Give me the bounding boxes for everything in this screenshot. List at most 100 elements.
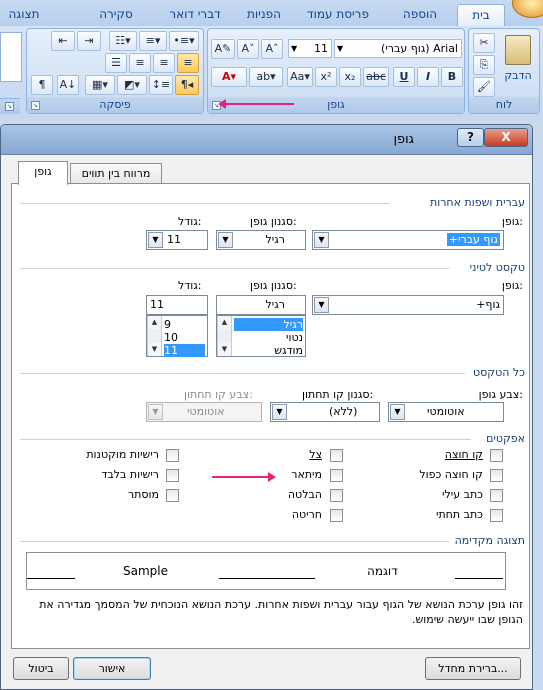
size-list-scrollbar[interactable]: ▲ ▼ [147,316,162,356]
scroll-down-icon[interactable]: ▼ [218,343,231,356]
cancel-button[interactable]: ביטול [13,657,69,680]
ok-button[interactable]: אישור [73,657,151,680]
borders-icon[interactable]: ▦▾ [85,75,115,95]
tab-references[interactable]: הפניות [240,4,288,26]
align-left-icon[interactable]: ≡ [129,53,151,73]
scroll-up-icon[interactable]: ▲ [148,316,161,329]
styles-group-edge: ↘ [0,98,20,114]
help-button[interactable]: ? [457,128,484,147]
format-painter-icon[interactable]: 🖌 [473,77,495,97]
list-item[interactable]: רגיל [234,318,303,331]
shading-icon[interactable]: ◩▾ [117,75,147,95]
change-case-icon[interactable]: Aa▾ [287,67,313,87]
subscript-icon[interactable]: x₂ [339,67,361,87]
justify-icon[interactable]: ☰ [105,53,127,73]
paragraph-group-label: פיסקה [27,97,203,113]
cut-icon[interactable]: ✂ [473,33,495,53]
bold-icon[interactable]: B [441,67,463,87]
superscript-icon[interactable]: x² [315,67,337,87]
rtl-direction-icon[interactable]: ¶◂ [175,75,199,95]
sort-icon[interactable]: A↓ [57,75,79,95]
multilevel-list-icon[interactable]: ☷▾ [109,31,137,51]
hebrew-style-combo[interactable]: ▼ רגיל [216,230,306,250]
hebrew-font-dropdown-icon[interactable]: ▼ [314,232,329,248]
list-item[interactable]: נטוי [234,331,303,344]
list-item[interactable]: 10 [164,331,205,344]
clear-formatting-icon[interactable]: A✎ [211,39,235,59]
line-spacing-icon[interactable]: ↕≡ [149,75,173,95]
show-marks-icon[interactable]: ¶ [31,75,53,95]
tab-font[interactable]: גופן [18,161,68,185]
font-color-icon[interactable]: A▾ [211,67,247,87]
list-item[interactable]: מודגש [234,344,303,357]
increase-indent-icon[interactable]: ⇥ [77,31,101,51]
list-item[interactable]: 11 [164,344,205,357]
subscript-checkbox[interactable] [490,509,503,522]
scroll-down-icon[interactable]: ▼ [148,343,161,356]
tab-home[interactable]: בית [457,4,505,26]
tab-review[interactable]: סקירה [88,4,144,26]
preview-box: Sample דוגמה [26,552,506,590]
scroll-up-icon[interactable]: ▲ [218,316,231,329]
superscript-checkbox[interactable] [490,489,503,502]
clipboard-icon [505,35,531,65]
hebrew-size-dropdown-icon[interactable]: ▼ [148,232,163,248]
font-name-box[interactable]: ▼ (גוף עברי) Arial [334,39,462,58]
tab-page-layout[interactable]: פריסת עמוד [300,4,376,26]
close-button[interactable]: X [484,128,528,147]
latin-size-input[interactable]: 11 [146,295,208,315]
font-color-dropdown-icon[interactable]: ▼ [390,404,405,420]
annotation-arrow [212,472,276,482]
tab-view[interactable]: תצוגה [0,4,48,26]
paragraph-launcher-icon[interactable]: ↘ [31,101,40,110]
strikethrough-checkbox[interactable] [490,449,503,462]
center-icon[interactable]: ≡ [153,53,175,73]
shadow-checkbox[interactable] [330,449,343,462]
styles-launcher-icon[interactable]: ↘ [5,102,14,111]
font-size-dropdown-icon[interactable]: ▼ [291,40,297,57]
shrink-font-icon[interactable]: A˅ [237,39,259,59]
small-caps-checkbox[interactable] [166,449,179,462]
double-strikethrough-checkbox[interactable] [490,469,503,482]
latin-style-input[interactable]: רגיל [216,295,306,315]
hebrew-size-combo[interactable]: ▼ 11 [146,230,208,250]
list-item[interactable]: 9 [164,318,205,331]
tab-insert[interactable]: הוספה [392,4,448,26]
engrave-checkbox[interactable] [330,509,343,522]
underline-style-dropdown-icon[interactable]: ▼ [272,404,287,420]
latin-style-list[interactable]: ▲ ▼ רגיל נטוי מודגש [216,315,306,357]
hidden-checkbox[interactable] [166,489,179,502]
emboss-checkbox[interactable] [330,489,343,502]
outline-checkbox[interactable] [330,469,343,482]
underline-style-combo[interactable]: ▼ (ללא) [270,402,380,422]
bullets-icon[interactable]: •≡▾ [169,31,199,51]
latin-font-combo[interactable]: ▼ +גוף [312,295,504,315]
hebrew-font-combo[interactable]: ▼ +גוף עברי [312,230,504,250]
preview-line [219,578,315,579]
subscript-label: כתב תחתי [435,508,483,521]
align-right-icon[interactable]: ≡ [177,53,199,73]
strikethrough-icon[interactable]: abc [363,67,389,87]
copy-icon[interactable]: ⎘ [473,55,495,75]
font-color-combo[interactable]: ▼ אוטומטי [388,402,504,422]
latin-size-list[interactable]: ▲ ▼ 9 10 11 [146,315,208,357]
tab-mailings[interactable]: דברי דואר [162,4,228,26]
italic-icon[interactable]: I [417,67,439,87]
all-caps-checkbox[interactable] [166,469,179,482]
small-caps-label: רישיות מוקטנות [86,448,159,461]
font-name-dropdown-icon[interactable]: ▼ [337,40,343,57]
set-default-button[interactable]: ברירת מחדל... [425,657,521,680]
grow-font-icon[interactable]: A˄ [261,39,283,59]
underline-icon[interactable]: U [393,67,415,87]
latin-font-dropdown-icon[interactable]: ▼ [314,297,329,313]
office-button[interactable] [512,0,543,18]
numbering-icon[interactable]: ≡▾ [139,31,167,51]
font-size-box[interactable]: ▼ 11 [288,39,332,58]
highlight-icon[interactable]: ab▾ [249,67,283,87]
tab-character-spacing[interactable]: מרווח בין תווים [70,163,162,185]
latin-font-label: גופן: [501,279,523,292]
style-list-scrollbar[interactable]: ▲ ▼ [217,316,232,356]
decrease-indent-icon[interactable]: ⇤ [51,31,75,51]
hebrew-style-dropdown-icon[interactable]: ▼ [218,232,233,248]
paste-button[interactable]: הדבק [499,31,537,95]
